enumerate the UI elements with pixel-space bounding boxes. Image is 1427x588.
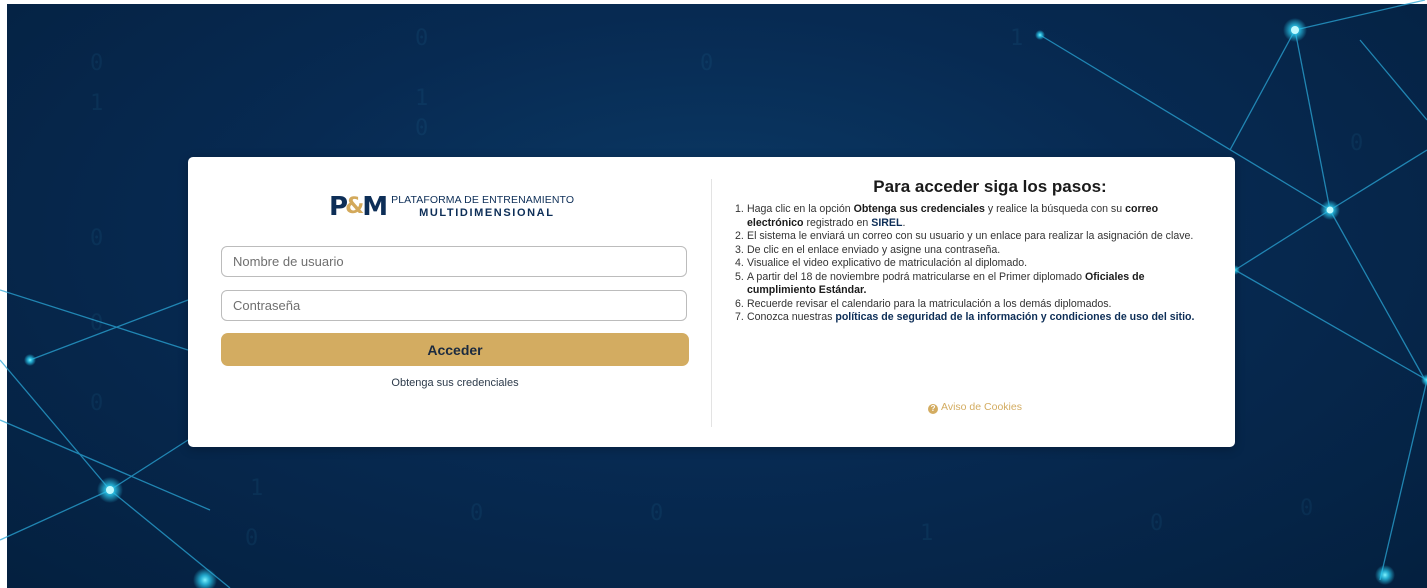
svg-text:0: 0 [700,51,713,76]
step-number: 6. [735,297,744,310]
logo-mark-m: M [362,192,388,222]
svg-text:0: 0 [90,311,103,336]
step-text-part: registrado en [803,216,872,229]
step-text: Conozca nuestras políticas de seguridad … [747,311,1215,325]
svg-text:0: 0 [90,226,103,251]
step-emphasis: SIREL [871,216,903,229]
step-text-part: Haga clic en la opción [747,203,854,215]
svg-text:0: 0 [470,501,483,526]
step-number: 7. [735,311,744,323]
step-number: 4. [735,257,744,269]
step-item: 6. Recuerde revisar el calendario para l… [735,298,1215,312]
svg-text:1: 1 [250,476,263,501]
step-text-part: Conozca nuestras [747,311,836,323]
step-text-part: A partir del 18 de noviembre podrá matri… [747,270,1085,283]
policies-link[interactable]: políticas de seguridad de la información… [835,311,1194,323]
svg-text:1: 1 [920,521,933,546]
step-number: 1. [735,203,744,215]
svg-text:0: 0 [245,526,258,551]
step-item: 3. De clic en el enlace enviado y asigne… [735,244,1215,258]
logo-wordmark: PLATAFORMA DE ENTRENAMIENTO MULTIDIMENSI… [391,195,574,219]
instructions-steps: 1. Haga clic en la opción Obtenga sus cr… [735,203,1215,325]
step-text: Recuerde revisar el calendario para la m… [747,297,1112,310]
instructions-title: Para acceder siga los pasos: [873,177,1107,196]
step-emphasis: Obtenga sus credenciales [853,203,985,215]
step-item: 5. A partir del 18 de noviembre podrá ma… [735,271,1215,298]
step-item: 4. Visualice el video explicativo de mat… [735,257,1215,271]
vertical-divider [711,179,712,427]
step-text: De clic en el enlace enviado y asigne un… [747,243,1001,256]
step-text-part: y realice la búsqueda con su [984,203,1126,215]
cookies-notice-link[interactable]: ? Aviso de Cookies [735,401,1215,414]
pem-logo: P & M PLATAFORMA DE ENTRENAMIENTO MULTID… [329,194,574,220]
step-text-part: . [902,216,906,229]
logo-line2: MULTIDIMENSIONAL [419,206,555,219]
step-text: El sistema le enviará un correo con su u… [747,230,1194,242]
username-input[interactable] [221,246,687,277]
question-circle-icon: ? [928,404,939,414]
logo-line1: PLATAFORMA DE ENTRENAMIENTO [391,194,575,207]
step-text: Visualice el video explicativo de matric… [747,257,1028,269]
svg-text:0: 0 [90,51,103,76]
svg-text:0: 0 [1350,131,1363,156]
step-number: 5. [735,270,744,283]
step-item: 2. El sistema le enviará un correo con s… [735,230,1215,244]
instructions-panel: Para acceder siga los pasos: 1. Haga cli… [735,177,1215,325]
step-number: 2. [735,230,744,242]
svg-text:0: 0 [415,116,428,141]
login-card: P & M PLATAFORMA DE ENTRENAMIENTO MULTID… [188,157,1235,447]
svg-text:1: 1 [1010,26,1023,51]
step-number: 3. [735,243,744,256]
svg-text:0: 0 [650,501,663,526]
step-item: 7. Conozca nuestras políticas de segurid… [735,311,1215,325]
step-item: 1. Haga clic en la opción Obtenga sus cr… [735,203,1215,230]
step-text: Haga clic en la opción Obtenga sus crede… [747,203,1215,230]
svg-text:0: 0 [415,26,428,51]
obtain-credentials-link[interactable]: Obtenga sus credenciales [221,377,689,389]
step-text: A partir del 18 de noviembre podrá matri… [747,271,1215,298]
cookies-label: Aviso de Cookies [941,401,1022,413]
svg-text:0: 0 [1300,496,1313,521]
svg-text:1: 1 [90,91,103,116]
svg-text:1: 1 [415,86,428,111]
acceder-button[interactable]: Acceder [221,333,689,366]
svg-text:0: 0 [1150,511,1163,536]
pem-logo-mark: P & M [329,192,388,222]
password-input[interactable] [221,290,687,321]
svg-text:0: 0 [90,391,103,416]
